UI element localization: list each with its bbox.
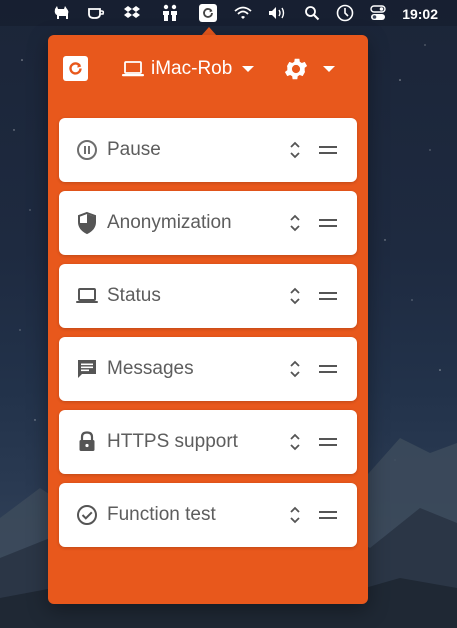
feature-card-anonymization[interactable]: Anonymization (59, 191, 357, 255)
feature-card-status[interactable]: Status (59, 264, 357, 328)
drag-handle-icon[interactable] (319, 508, 337, 522)
clock-icon[interactable] (335, 3, 355, 23)
sort-icon[interactable] (287, 284, 303, 308)
settings-dropdown[interactable] (282, 53, 335, 85)
dropbox-icon[interactable] (122, 3, 142, 23)
shield-icon (78, 211, 96, 235)
feature-label: Messages (107, 358, 194, 379)
sort-icon[interactable] (287, 503, 303, 527)
device-dropdown[interactable]: iMac-Rob (121, 55, 255, 83)
laptop-icon (122, 61, 144, 77)
volume-icon[interactable] (268, 3, 288, 23)
feature-label: Status (107, 285, 161, 306)
wifi-icon[interactable] (233, 3, 253, 23)
sort-icon[interactable] (287, 138, 303, 162)
feature-label: HTTPS support (107, 431, 238, 452)
sort-icon[interactable] (287, 430, 303, 454)
feature-card-https[interactable]: HTTPS support (59, 410, 357, 474)
message-icon (78, 360, 96, 378)
feature-label: Pause (107, 139, 161, 160)
control-center-icon[interactable] (368, 3, 388, 23)
menubar-clock[interactable]: 19:02 (402, 6, 438, 22)
drag-handle-icon[interactable] (319, 216, 337, 230)
feature-label: Anonymization (107, 212, 232, 233)
chevron-down-icon (323, 66, 335, 72)
pause-circle-icon (77, 140, 97, 160)
drag-handle-icon[interactable] (319, 435, 337, 449)
drag-handle-icon[interactable] (319, 289, 337, 303)
feature-card-messages[interactable]: Messages (59, 337, 357, 401)
check-circle-icon (77, 505, 97, 525)
people-icon[interactable] (160, 3, 180, 23)
menu-bar: 19:02 (0, 0, 457, 26)
feature-card-function-test[interactable]: Function test (59, 483, 357, 547)
sort-icon[interactable] (287, 211, 303, 235)
cat-icon[interactable] (52, 3, 72, 23)
laptop-icon (76, 288, 98, 303)
sort-icon[interactable] (287, 357, 303, 381)
device-name: iMac-Rob (151, 58, 233, 79)
feature-card-pause[interactable]: Pause (59, 118, 357, 182)
popover-panel: iMac-Rob Pause Anonymization Status Mess… (48, 35, 368, 604)
lock-icon (79, 431, 95, 451)
cup-icon[interactable] (86, 3, 106, 23)
chevron-down-icon (242, 66, 255, 72)
search-icon[interactable] (302, 3, 322, 23)
gear-icon (284, 58, 308, 80)
app-logo-icon (63, 56, 88, 81)
drag-handle-icon[interactable] (319, 362, 337, 376)
feature-label: Function test (107, 504, 216, 525)
app-icon[interactable] (199, 4, 217, 22)
drag-handle-icon[interactable] (319, 143, 337, 157)
